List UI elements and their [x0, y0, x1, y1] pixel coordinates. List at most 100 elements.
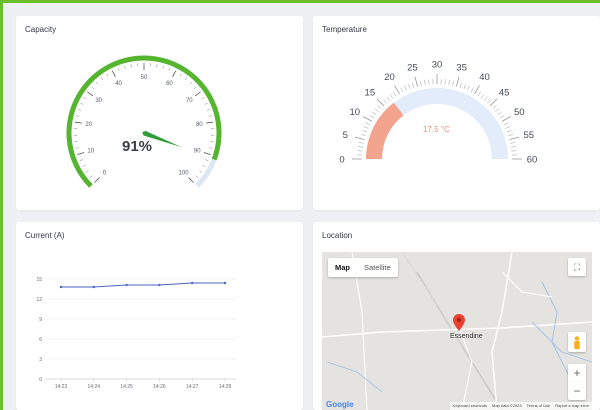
temperature-tick — [420, 80, 422, 86]
keyboard-shortcuts-link[interactable]: Keyboard shortcuts — [453, 402, 487, 410]
capacity-tick — [75, 147, 79, 149]
temperature-tick — [386, 96, 390, 101]
capacity-card: Capacity 0 10 20 30 40 50 60 70 80 90 100 91% — [16, 16, 303, 210]
capacity-tick — [189, 81, 193, 85]
temperature-gauge: 0 5 10 15 20 25 30 35 40 45 50 55 60 — [339, 60, 538, 166]
temperature-tick — [508, 134, 514, 137]
current-xtick-label: 14:25 — [120, 384, 133, 390]
temperature-tick — [444, 79, 446, 85]
capacity-tick — [130, 64, 132, 68]
temperature-tick — [414, 76, 418, 87]
pegman-button[interactable] — [568, 332, 586, 352]
temperature-tick-label: 15 — [365, 87, 376, 98]
capacity-tick — [204, 103, 208, 105]
current-xtick-label: 14:24 — [88, 384, 101, 390]
temperature-tick — [477, 91, 481, 97]
capacity-tick — [82, 165, 86, 167]
temperature-tick — [360, 134, 366, 137]
temperature-tick — [372, 111, 377, 116]
capacity-tick-label: 0 — [103, 171, 107, 177]
capacity-tick — [74, 121, 82, 124]
capacity-tick — [76, 115, 80, 117]
capacity-tick — [162, 65, 164, 69]
map-data-text: Map data ©2023 — [492, 403, 522, 408]
temperature-tick — [358, 142, 364, 144]
temperature-tick — [489, 98, 498, 107]
current-data-point — [59, 285, 63, 289]
temperature-tick — [463, 84, 466, 90]
capacity-tick — [202, 165, 206, 167]
temperature-tick — [511, 150, 517, 152]
temperature-tick — [362, 130, 368, 133]
current-ytick-label: 6 — [39, 337, 42, 343]
temperature-tick — [393, 91, 397, 97]
temperature-tick — [499, 115, 505, 119]
temperature-tick — [363, 116, 373, 122]
map-tab[interactable]: Map — [328, 258, 357, 277]
temperature-tick-label: 0 — [339, 155, 344, 166]
temperature-tick — [495, 108, 500, 112]
report-error-link[interactable]: Report a map error — [555, 402, 589, 410]
terms-link[interactable]: Terms of Use — [527, 402, 551, 410]
map[interactable]: Map Satellite ⛶ + − Essendine Google Key… — [322, 252, 592, 410]
location-pin-icon[interactable] — [453, 314, 465, 331]
current-xtick-label: 14:26 — [153, 384, 166, 390]
temperature-tick-label: 10 — [349, 107, 360, 118]
plus-icon: + — [573, 366, 581, 380]
temperature-tick — [357, 146, 363, 148]
capacity-tick — [91, 86, 94, 89]
current-data-point — [125, 283, 128, 287]
capacity-tick — [118, 67, 120, 71]
capacity-tick — [194, 86, 197, 89]
temperature-tick — [510, 142, 516, 144]
place-label: Essendine — [450, 333, 483, 340]
temperature-tick — [412, 82, 415, 88]
current-card: Current (A) 0 3 6 9 12 15 14:23 14:24 14:25 14:26… — [16, 222, 303, 410]
capacity-tick — [209, 147, 213, 149]
temperature-tick — [363, 126, 369, 129]
temperature-tick — [486, 99, 491, 104]
temperature-tick-label: 60 — [527, 155, 538, 166]
temperature-tick — [377, 105, 382, 110]
temperature-tick-label: 45 — [499, 87, 510, 98]
temperature-tick — [428, 79, 430, 85]
capacity-value: 91% — [122, 138, 153, 155]
map-type-toggle: Map Satellite — [328, 258, 398, 277]
current-data-point — [191, 281, 194, 285]
capacity-tick — [94, 177, 100, 183]
current-data-point — [223, 281, 227, 285]
temperature-tick — [480, 94, 485, 99]
current-ytick-label: 12 — [36, 297, 42, 303]
temperature-fill — [366, 102, 404, 160]
temperature-tick — [501, 116, 511, 122]
current-ytick-label: 9 — [39, 317, 42, 323]
temperature-tick-label: 35 — [456, 63, 467, 74]
capacity-tick-label: 60 — [166, 81, 173, 87]
temperature-tick — [394, 85, 400, 95]
capacity-tick-label: 100 — [179, 171, 190, 177]
capacity-tick — [89, 175, 93, 178]
current-ytick-label: 0 — [39, 377, 42, 383]
zoom-out-button[interactable]: − — [568, 382, 586, 400]
capacity-tick — [156, 64, 158, 68]
zoom-in-button[interactable]: + — [568, 364, 586, 382]
capacity-tick — [188, 177, 194, 183]
temperature-tick-label: 50 — [514, 107, 525, 118]
temperature-tick — [511, 146, 517, 148]
temperature-value: 17.5 °C — [423, 125, 450, 134]
temperature-tick — [389, 94, 394, 99]
location-card: Location Map Satellite ⛶ + − Essendine G… — [313, 222, 600, 410]
capacity-tick — [100, 77, 104, 81]
temperature-tick — [492, 105, 497, 110]
temperature-tick — [404, 85, 407, 91]
temperature-tick-label: 55 — [523, 130, 534, 141]
temperature-tick — [383, 99, 388, 104]
satellite-tab[interactable]: Satellite — [357, 258, 398, 277]
capacity-tick — [172, 70, 177, 78]
capacity-tick — [208, 115, 212, 117]
capacity-tick-label: 20 — [85, 122, 92, 128]
capacity-tick — [201, 97, 205, 100]
fullscreen-button[interactable]: ⛶ — [568, 258, 586, 276]
capacity-tick-label: 80 — [196, 122, 203, 128]
temperature-tick-label: 20 — [384, 72, 395, 83]
